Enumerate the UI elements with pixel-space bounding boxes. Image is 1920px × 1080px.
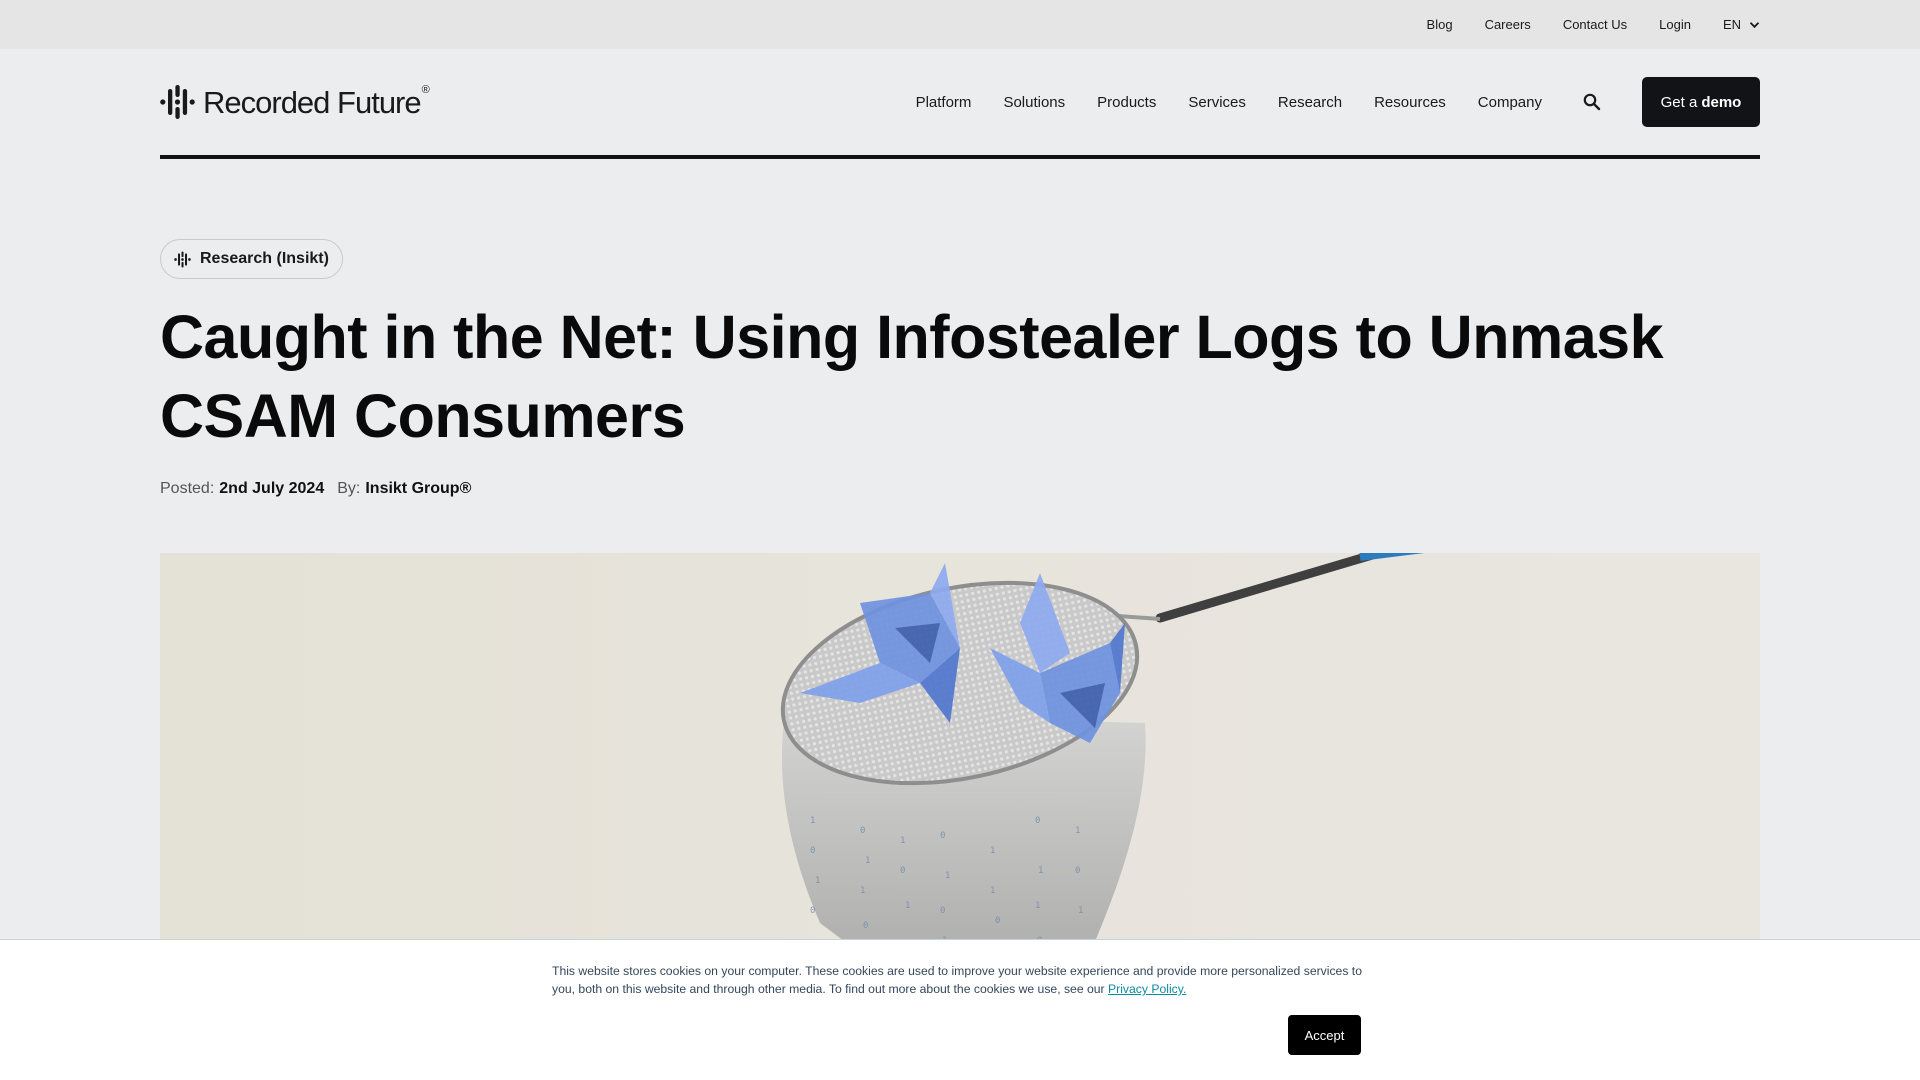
primary-nav: Platform Solutions Products Services Res… bbox=[916, 77, 1760, 127]
category-tag[interactable]: Research (Insikt) bbox=[160, 239, 343, 279]
svg-text:0: 0 bbox=[995, 916, 1000, 926]
svg-text:0: 0 bbox=[940, 831, 945, 841]
language-label: EN bbox=[1722, 17, 1741, 32]
nav-item-company[interactable]: Company bbox=[1478, 94, 1542, 111]
privacy-policy-link[interactable]: Privacy Policy. bbox=[1108, 982, 1186, 996]
svg-text:1: 1 bbox=[945, 871, 950, 881]
svg-text:1: 1 bbox=[990, 886, 995, 896]
nav-item-platform[interactable]: Platform bbox=[916, 94, 972, 111]
svg-text:1: 1 bbox=[860, 886, 865, 896]
svg-text:0: 0 bbox=[810, 846, 815, 856]
search-button[interactable] bbox=[1580, 90, 1604, 114]
language-selector[interactable]: EN bbox=[1723, 17, 1760, 32]
svg-text:0: 0 bbox=[900, 866, 905, 876]
nav-item-solutions[interactable]: Solutions bbox=[1003, 94, 1065, 111]
posted-date: 2nd July 2024 bbox=[219, 480, 325, 497]
utility-link-login[interactable]: Login bbox=[1659, 17, 1691, 32]
logo-registered-mark: ® bbox=[421, 83, 430, 96]
main-header: Recorded Future® Platform Solutions Prod… bbox=[160, 49, 1760, 159]
logo-text: Recorded Future® bbox=[203, 83, 430, 120]
hero-image: 1010 0110 101 0101 110 0110 101 bbox=[160, 553, 1760, 953]
svg-text:0: 0 bbox=[1075, 866, 1080, 876]
logo[interactable]: Recorded Future® bbox=[160, 83, 430, 120]
svg-text:1: 1 bbox=[810, 816, 815, 826]
cookie-text: This website stores cookies on your comp… bbox=[552, 964, 1362, 996]
svg-text:0: 0 bbox=[1035, 816, 1040, 826]
cookie-banner: This website stores cookies on your comp… bbox=[0, 939, 1920, 1080]
hero-illustration: 1010 0110 101 0101 110 0110 101 bbox=[160, 553, 1760, 953]
get-a-demo-button[interactable]: Get a demo bbox=[1642, 77, 1760, 127]
nav-item-products[interactable]: Products bbox=[1097, 94, 1156, 111]
nav-item-resources[interactable]: Resources bbox=[1374, 94, 1446, 111]
svg-text:1: 1 bbox=[900, 836, 905, 846]
category-label: Research (Insikt) bbox=[200, 250, 329, 267]
svg-text:0: 0 bbox=[860, 826, 865, 836]
recorded-future-logo-icon bbox=[160, 85, 195, 119]
svg-text:1: 1 bbox=[1038, 866, 1043, 876]
nav-item-research[interactable]: Research bbox=[1278, 94, 1342, 111]
svg-text:0: 0 bbox=[863, 921, 868, 931]
utility-links: Blog Careers Contact Us Login EN bbox=[1395, 0, 1760, 49]
insikt-logo-icon bbox=[174, 250, 191, 268]
cookie-message: This website stores cookies on your comp… bbox=[552, 962, 1372, 998]
svg-text:1: 1 bbox=[990, 846, 995, 856]
author-link[interactable]: Insikt Group® bbox=[365, 480, 471, 498]
svg-text:1: 1 bbox=[815, 876, 820, 886]
accept-cookies-button[interactable]: Accept bbox=[1288, 1015, 1361, 1055]
svg-text:0: 0 bbox=[940, 906, 945, 916]
utility-link-blog[interactable]: Blog bbox=[1427, 17, 1453, 32]
demo-button-prefix: Get a bbox=[1660, 93, 1698, 111]
posted-label: Posted: bbox=[160, 480, 215, 497]
logo-wordmark: Recorded Future bbox=[203, 84, 422, 120]
svg-text:1: 1 bbox=[1035, 901, 1040, 911]
article-meta: Posted: 2nd July 2024 By: Insikt Group® bbox=[160, 480, 471, 498]
search-icon bbox=[1583, 93, 1601, 111]
utility-link-contact-us[interactable]: Contact Us bbox=[1563, 17, 1627, 32]
svg-text:1: 1 bbox=[865, 856, 870, 866]
svg-text:1: 1 bbox=[1075, 826, 1080, 836]
utility-bar: Blog Careers Contact Us Login EN bbox=[0, 0, 1920, 49]
svg-text:1: 1 bbox=[1078, 906, 1083, 916]
chevron-down-icon bbox=[1749, 21, 1760, 28]
svg-text:1: 1 bbox=[905, 901, 910, 911]
svg-text:0: 0 bbox=[810, 906, 815, 916]
nav-item-services[interactable]: Services bbox=[1188, 94, 1246, 111]
demo-button-emphasis: demo bbox=[1701, 93, 1742, 111]
article-title: Caught in the Net: Using Infostealer Log… bbox=[160, 303, 1664, 450]
by-label: By: bbox=[337, 480, 361, 497]
utility-link-careers[interactable]: Careers bbox=[1485, 17, 1531, 32]
